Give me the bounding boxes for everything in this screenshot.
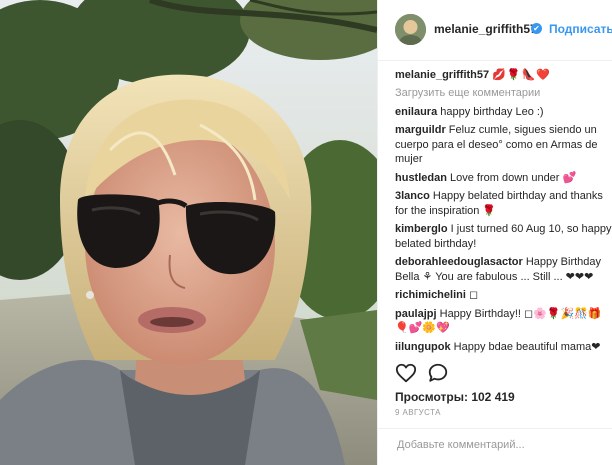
comment-bubble-icon[interactable] — [427, 362, 449, 384]
comment-username[interactable]: richimichelini — [395, 289, 466, 301]
comment-username[interactable]: marguildr — [395, 124, 446, 136]
comment-item: paulajpj Happy Birthday!! ◻🌸🌹🎉🎊🎁🎈💕🌼💖 — [395, 307, 612, 336]
views-count[interactable]: Просмотры: 102 419 — [395, 390, 515, 404]
post-header: melanie_griffith57 ✔ Подписаться — [378, 0, 612, 61]
comment-item: marguildr Feluz cumle, sigues siendo un … — [395, 123, 612, 167]
post-date[interactable]: 9 АВГУСТА — [395, 408, 441, 417]
post-panel: melanie_griffith57 ✔ Подписаться melanie… — [377, 0, 612, 465]
comments-list: melanie_griffith57 💋🌹👠❤️ Загрузить еще к… — [395, 68, 612, 358]
comment-username[interactable]: deborahleedouglasactor — [395, 256, 523, 268]
comment-item: 3lanco Happy belated birthday and thanks… — [395, 189, 612, 218]
comment-item: hustledan Love from down under 💕 — [395, 171, 612, 186]
add-comment-input[interactable] — [395, 438, 609, 452]
follow-button[interactable]: Подписаться — [549, 22, 612, 36]
comment-username[interactable]: enilaura — [395, 106, 437, 118]
video-frame — [0, 0, 377, 465]
comment-text: Love from down under 💕 — [450, 171, 577, 184]
comment-username[interactable]: 3lanco — [395, 190, 430, 202]
add-comment-section — [378, 428, 612, 465]
header-username[interactable]: melanie_griffith57 — [434, 22, 537, 36]
comment-item: kimberglo I just turned 60 Aug 10, so ha… — [395, 222, 612, 251]
comment-username[interactable]: hustledan — [395, 172, 447, 184]
comment-item: richimichelini ◻ — [395, 288, 612, 303]
comments-fade — [378, 350, 612, 362]
caption: melanie_griffith57 💋🌹👠❤️ — [395, 68, 612, 83]
comment-item: deborahleedouglasactor Happy Birthday Be… — [395, 255, 612, 284]
heart-icon[interactable] — [395, 362, 417, 384]
comment-username[interactable]: paulajpj — [395, 308, 437, 320]
avatar[interactable] — [395, 14, 426, 45]
caption-text: 💋🌹👠❤️ — [492, 69, 551, 81]
comment-text: happy birthday Leo :) — [440, 105, 544, 118]
load-more-comments-link[interactable]: Загрузить еще комментарии — [395, 87, 612, 99]
comment-username[interactable]: kimberglo — [395, 223, 448, 235]
video-post[interactable] — [0, 0, 377, 465]
comment-text: ◻ — [468, 289, 479, 301]
caption-username[interactable]: melanie_griffith57 — [395, 69, 489, 81]
verified-badge-icon: ✔ — [531, 23, 542, 34]
comment-item: enilaura happy birthday Leo :) — [395, 105, 612, 120]
